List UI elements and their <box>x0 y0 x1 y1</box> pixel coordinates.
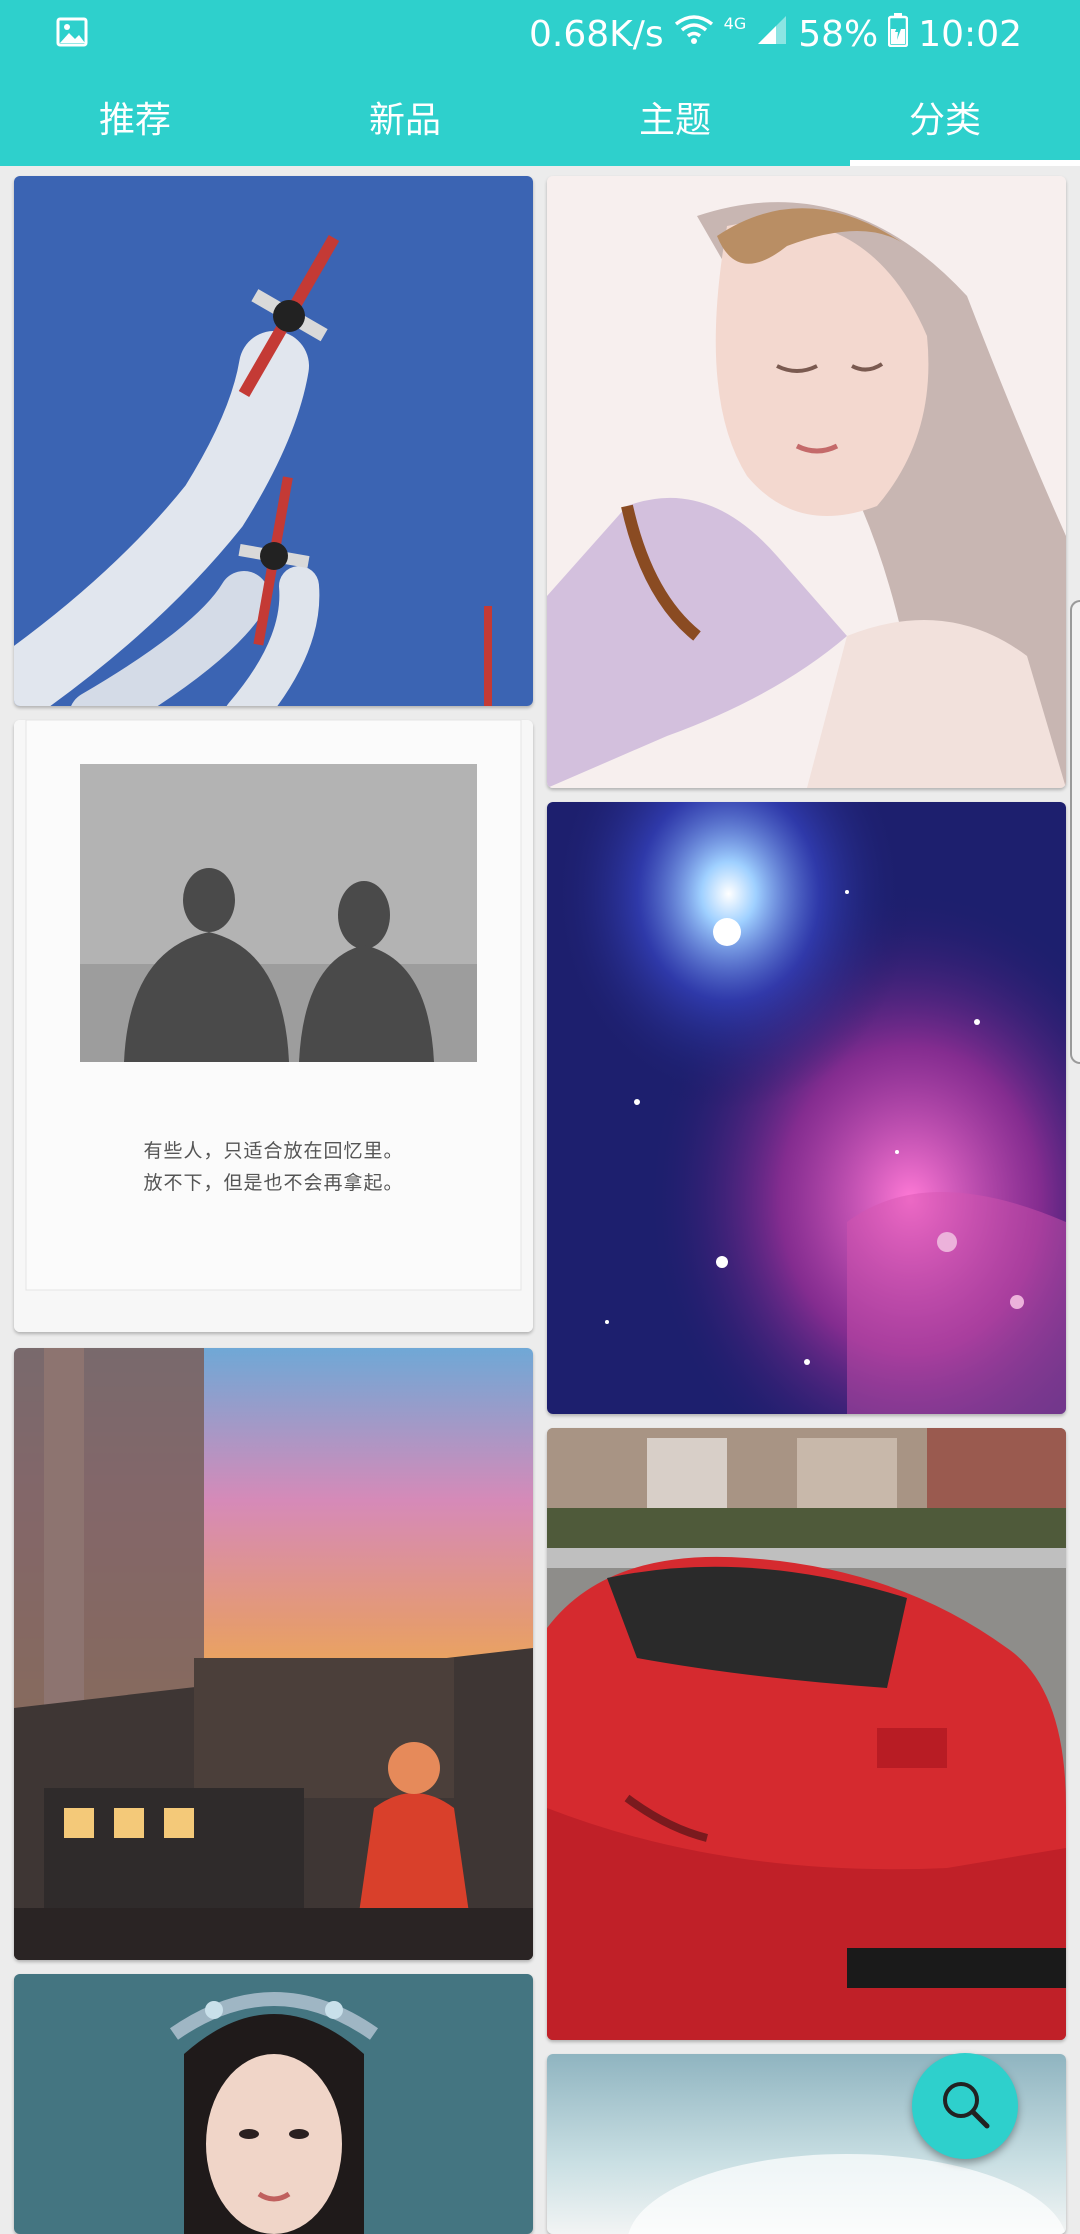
tab-theme[interactable]: 主题 <box>540 68 810 166</box>
quote-line-1: 有些人，只适合放在回忆里。 <box>143 1140 404 1162</box>
tab-label: 新品 <box>368 100 441 141</box>
search-button[interactable] <box>912 2053 1018 2159</box>
search-icon <box>937 2076 993 2136</box>
wallpaper-airplanes[interactable] <box>14 176 533 706</box>
tab-label: 主题 <box>638 100 711 141</box>
clock: 10:02 <box>918 13 1022 55</box>
edge-panel-handle[interactable] <box>1070 600 1080 1064</box>
app-header: 0.68K/s 4G 58% 10:02 推荐 新品 主题 分类 <box>0 0 1080 166</box>
wallpaper-red-car[interactable] <box>547 1428 1066 2040</box>
tab-label: 分类 <box>908 100 981 141</box>
quote-line-2: 放不下，但是也不会再拿起。 <box>143 1172 404 1194</box>
network-speed: 0.68K/s <box>529 13 664 55</box>
wallpaper-anime-station[interactable] <box>14 1348 533 1960</box>
wallpaper-portrait[interactable] <box>14 1974 533 2234</box>
network-type: 4G <box>723 14 747 33</box>
signal-icon <box>756 14 788 55</box>
wallpaper-grid: 有些人，只适合放在回忆里。 放不下，但是也不会再拿起。 <box>0 166 1080 2234</box>
tab-label: 推荐 <box>98 100 171 141</box>
category-tabs: 推荐 新品 主题 分类 <box>0 68 1080 166</box>
wallpaper-galaxy[interactable] <box>547 802 1066 1414</box>
image-notification-icon <box>56 17 88 51</box>
status-bar: 0.68K/s 4G 58% 10:02 <box>0 0 1080 68</box>
wallpaper-couple-quote[interactable]: 有些人，只适合放在回忆里。 放不下，但是也不会再拿起。 <box>14 720 533 1332</box>
tab-new[interactable]: 新品 <box>270 68 540 166</box>
battery-percent: 58% <box>798 13 879 55</box>
tab-recommend[interactable]: 推荐 <box>0 68 270 166</box>
wifi-icon <box>674 14 714 55</box>
wallpaper-watercolor-girl[interactable] <box>547 176 1066 788</box>
tab-category[interactable]: 分类 <box>810 68 1080 166</box>
battery-icon <box>888 12 909 56</box>
